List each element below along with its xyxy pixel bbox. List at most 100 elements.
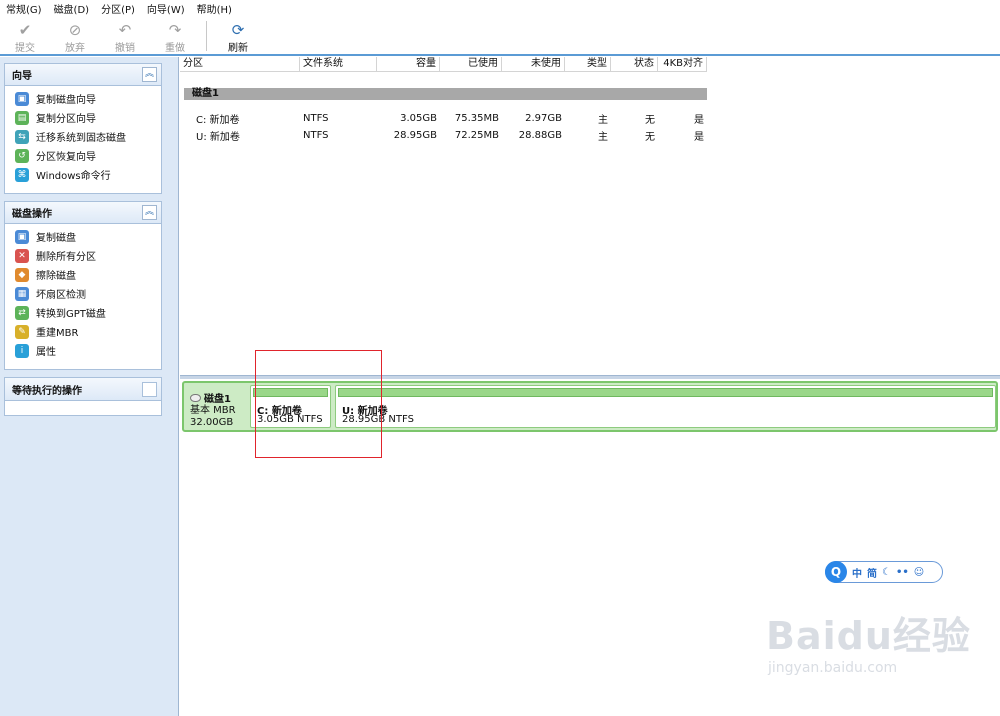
partition-block-c[interactable]: C: 新加卷 3.05GB NTFS [250,385,331,428]
column-unused[interactable]: 未使用 [502,57,565,72]
sidebar-item-copy-disk-wizard[interactable]: ▣ 复制磁盘向导 [5,89,161,108]
cell-4k-aligned: 是 [694,115,704,126]
cell-used: 72.25MB [454,130,499,141]
ime-logo-icon: Q [825,561,847,583]
sidebar-item-migrate-os[interactable]: ⇆ 迁移系统到固态磁盘 [5,127,161,146]
discard-icon: ⊘ [68,21,82,39]
redo-icon: ↷ [168,21,182,39]
refresh-icon: ⟳ [231,21,245,39]
command-line-icon: ⌘ [15,167,29,182]
table-header: 分区 文件系统 容量 已使用 未使用 类型 状态 4KB对齐 [180,57,707,72]
disk-group-header[interactable]: 磁盘1 [184,88,707,100]
smiley-icon[interactable]: ☺ [914,567,924,578]
sidebar-item-command-line[interactable]: ⌘ Windows命令行 [5,165,161,184]
partition-recovery-icon: ↺ [15,148,29,163]
menu-general[interactable]: 常规(G) [6,1,42,16]
partition-table: 分区 文件系统 容量 已使用 未使用 类型 状态 4KB对齐 磁盘1 C: 新加… [180,57,1000,375]
menu-bar: 常规(G) 磁盘(D) 分区(P) 向导(W) 帮助(H) [0,0,1000,17]
collapse-wizard-icon[interactable]: ︽ [142,67,157,82]
ime-mode[interactable]: 简 [867,565,877,580]
undo-icon: ↶ [118,21,132,39]
sidebar-item-rebuild-mbr[interactable]: ✎ 重建MBR [5,322,161,341]
cell-used: 75.35MB [454,113,499,124]
cell-type: 主 [598,115,608,126]
disk-name: 磁盘1 [204,394,231,405]
toolbar: ✔ 提交 ⊘ 放弃 ↶ 撤销 ↷ 重做 ⟳ 刷新 [0,17,1000,56]
watermark-brand: Baidu经验 [766,614,971,658]
wizard-section: 向导 ︽ ▣ 复制磁盘向导 ▤ 复制分区向导 ⇆ 迁移系统到固态磁盘 ↺ 分区恢… [4,63,162,194]
cell-type: 主 [598,132,608,143]
disk-size: 32.00GB [190,417,234,428]
properties-icon: i [15,343,29,358]
partition-desc: 28.95GB NTFS [342,414,414,425]
disk-info[interactable]: 磁盘1 基本 MBR 32.00GB [186,385,250,428]
moon-icon[interactable]: ☾ [882,567,891,578]
menu-help[interactable]: 帮助(H) [197,1,232,16]
table-row[interactable]: C: 新加卷 NTFS 3.05GB 75.35MB 2.97GB 主 无 是 [180,110,707,127]
ime-language[interactable]: 中 [852,565,862,580]
discard-button[interactable]: ⊘ 放弃 [50,17,100,54]
delete-partitions-icon: ✕ [15,248,29,263]
collapse-disk-ops-icon[interactable]: ︽ [142,205,157,220]
disk-ops-header: 磁盘操作 ︽ [5,202,161,224]
copy-disk-icon: ▣ [15,91,29,106]
cell-status: 无 [645,115,655,126]
collapse-pending-icon[interactable] [142,381,157,397]
migrate-os-icon: ⇆ [15,129,29,144]
cell-filesystem: NTFS [303,113,329,124]
menu-wizard[interactable]: 向导(W) [147,1,185,16]
ime-toolbar[interactable]: Q 中 简 ☾ •• ☺ [825,561,943,583]
cell-4k-aligned: 是 [694,132,704,143]
partition-desc: 3.05GB NTFS [257,414,323,425]
cell-partition: C: 新加卷 [196,115,240,126]
column-partition[interactable]: 分区 [180,57,300,72]
watermark-url: jingyan.baidu.com [768,660,898,676]
sidebar-item-copy-disk[interactable]: ▣ 复制磁盘 [5,227,161,246]
table-row[interactable]: U: 新加卷 NTFS 28.95GB 72.25MB 28.88GB 主 无 … [180,127,707,144]
copy-partition-icon: ▤ [15,110,29,125]
rebuild-mbr-icon: ✎ [15,324,29,339]
check-icon: ✔ [18,21,32,39]
left-panel: 向导 ︽ ▣ 复制磁盘向导 ▤ 复制分区向导 ⇆ 迁移系统到固态磁盘 ↺ 分区恢… [0,57,179,716]
wipe-disk-icon: ◆ [15,267,29,282]
disk-ops-section: 磁盘操作 ︽ ▣ 复制磁盘 ✕ 删除所有分区 ◆ 擦除磁盘 ▦ 坏扇区检测 ⇄ … [4,201,162,370]
cell-capacity: 3.05GB [400,113,437,124]
pending-ops-section: 等待执行的操作 [4,377,162,416]
baidu-watermark: Baidu经验 jingyan.baidu.com [766,605,996,695]
sidebar-item-convert-gpt[interactable]: ⇄ 转换到GPT磁盘 [5,303,161,322]
refresh-button[interactable]: ⟳ 刷新 [213,17,263,54]
column-type[interactable]: 类型 [565,57,611,72]
toolbar-divider [206,21,207,51]
disk-bar[interactable]: 磁盘1 基本 MBR 32.00GB C: 新加卷 3.05GB NTFS U:… [182,381,998,432]
apply-button[interactable]: ✔ 提交 [0,17,50,54]
sidebar-item-properties[interactable]: i 属性 [5,341,161,360]
column-used[interactable]: 已使用 [440,57,502,72]
redo-button[interactable]: ↷ 重做 [150,17,200,54]
column-capacity[interactable]: 容量 [377,57,440,72]
cell-partition: U: 新加卷 [196,132,240,143]
cell-filesystem: NTFS [303,130,329,141]
wizard-header: 向导 ︽ [5,64,161,86]
sidebar-item-delete-all-partitions[interactable]: ✕ 删除所有分区 [5,246,161,265]
sidebar-item-partition-recovery[interactable]: ↺ 分区恢复向导 [5,146,161,165]
column-filesystem[interactable]: 文件系统 [300,57,377,72]
convert-gpt-icon: ⇄ [15,305,29,320]
surface-test-icon: ▦ [15,286,29,301]
punctuation-icon[interactable]: •• [896,567,909,578]
menu-disk[interactable]: 磁盘(D) [54,1,90,16]
undo-button[interactable]: ↶ 撤销 [100,17,150,54]
sidebar-item-wipe-disk[interactable]: ◆ 擦除磁盘 [5,265,161,284]
partition-usage-bar [253,388,328,397]
column-4k-aligned[interactable]: 4KB对齐 [658,57,707,72]
menu-partition[interactable]: 分区(P) [101,1,135,16]
disk-type: 基本 MBR [190,405,236,416]
pending-ops-header: 等待执行的操作 [5,378,161,401]
sidebar-item-copy-partition-wizard[interactable]: ▤ 复制分区向导 [5,108,161,127]
column-status[interactable]: 状态 [611,57,658,72]
partition-block-u[interactable]: U: 新加卷 28.95GB NTFS [335,385,996,428]
cell-status: 无 [645,132,655,143]
cell-unused: 28.88GB [518,130,562,141]
partition-usage-bar [338,388,993,397]
sidebar-item-surface-test[interactable]: ▦ 坏扇区检测 [5,284,161,303]
copy-disk-icon: ▣ [15,229,29,244]
